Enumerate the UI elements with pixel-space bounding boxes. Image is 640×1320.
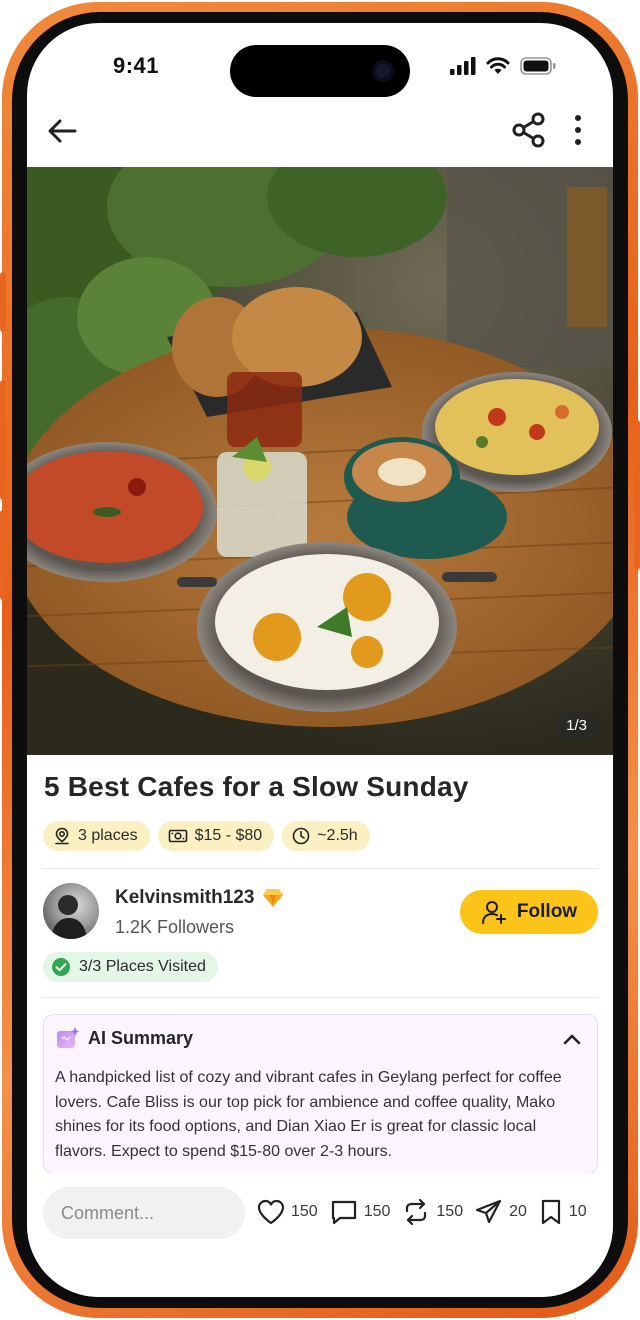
post-meta-chips: 3 places $15 - $80 ~2.5h <box>43 821 370 851</box>
comment-button[interactable]: 150 <box>330 1199 391 1225</box>
bookmark-icon <box>541 1199 561 1225</box>
status-time: 9:41 <box>113 53 160 78</box>
cash-icon <box>168 829 187 843</box>
repost-icon <box>406 1199 427 1225</box>
repost-button[interactable]: 150 <box>402 1199 463 1225</box>
places-chip-label: 3 places <box>78 827 138 844</box>
ai-summary-collapse-button[interactable] <box>559 1027 585 1053</box>
comment-input[interactable] <box>43 1187 245 1239</box>
cellular-signal-icon <box>450 57 476 75</box>
more-options-button[interactable] <box>563 113 593 149</box>
like-button[interactable]: 150 <box>257 1199 318 1225</box>
send-count: 20 <box>509 1203 527 1220</box>
duration-chip: ~2.5h <box>282 821 370 851</box>
ai-summary-text: A handpicked list of cozy and vibrant ca… <box>55 1069 562 1160</box>
heart-icon <box>257 1199 285 1225</box>
engagement-actions: 150 150 150 20 10 <box>257 1199 587 1225</box>
status-icons <box>450 57 556 75</box>
author-avatar[interactable] <box>43 883 99 939</box>
like-count: 150 <box>291 1203 318 1220</box>
share-icon <box>512 112 545 148</box>
ai-summary-card: AI Summary A handpicked list of cozy and… <box>43 1014 598 1174</box>
more-vertical-icon <box>575 115 581 145</box>
post-title: 5 Best Cafes for a Slow Sunday <box>44 771 469 802</box>
cafe-food-photo <box>27 167 613 755</box>
bookmark-count: 10 <box>568 1203 587 1220</box>
follow-button[interactable]: Follow <box>460 890 598 934</box>
user-plus-icon <box>481 901 506 924</box>
follower-count: 1.2K Followers <box>115 917 235 937</box>
front-camera <box>372 60 394 82</box>
volume-up-button <box>0 380 6 500</box>
places-visited-label: 3/3 Places Visited <box>79 958 206 975</box>
price-chip-label: $15 - $80 <box>194 827 263 844</box>
author-name[interactable]: Kelvinsmith123 <box>115 887 284 909</box>
volume-down-button <box>0 510 6 600</box>
bottom-action-bar: 150 150 150 20 <box>27 1173 613 1297</box>
image-counter: 1/3 <box>554 712 599 739</box>
hero-image-carousel[interactable]: 1/3 <box>27 167 613 755</box>
places-chip: 3 places <box>43 821 150 851</box>
comment-icon <box>331 1200 356 1225</box>
diamond-badge-icon <box>263 889 284 907</box>
power-button <box>634 420 640 570</box>
wifi-icon <box>486 57 510 74</box>
back-button[interactable] <box>45 113 81 149</box>
chevron-up-icon <box>563 1034 581 1045</box>
author-username: Kelvinsmith123 <box>115 887 255 908</box>
divider <box>43 868 597 869</box>
status-bar: 9:41 <box>27 23 613 113</box>
share-button[interactable] <box>510 111 548 149</box>
clock-icon <box>292 827 310 845</box>
price-chip: $15 - $80 <box>157 821 275 851</box>
ai-summary-title: AI Summary <box>88 1027 194 1048</box>
ai-summary-header[interactable]: AI Summary <box>56 1027 193 1049</box>
bookmark-button[interactable]: 10 <box>539 1199 587 1225</box>
check-circle-icon <box>52 958 70 976</box>
duration-chip-label: ~2.5h <box>317 827 358 844</box>
map-pin-icon <box>55 827 69 845</box>
divider <box>43 997 597 998</box>
battery-icon <box>520 57 556 75</box>
avatar-photo <box>51 895 87 939</box>
phone-screen: 9:41 1/3 5 Best Cafes for a Slow Sunday … <box>27 23 613 1297</box>
send-button[interactable]: 20 <box>475 1199 527 1225</box>
arrow-left-icon <box>48 119 77 143</box>
places-visited-badge: 3/3 Places Visited <box>43 952 218 982</box>
repost-count: 150 <box>436 1203 464 1220</box>
top-navigation <box>27 111 613 167</box>
dynamic-island <box>230 45 410 97</box>
ai-sparkle-icon <box>57 1027 80 1048</box>
comment-count: 150 <box>363 1203 391 1220</box>
send-icon <box>476 1199 502 1224</box>
follow-button-label: Follow <box>516 901 578 922</box>
action-button <box>0 272 6 332</box>
